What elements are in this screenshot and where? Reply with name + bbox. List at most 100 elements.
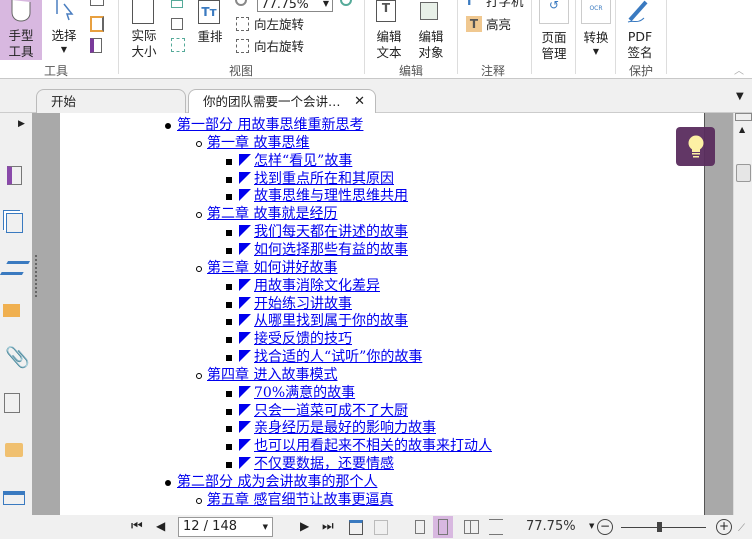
typewriter-button[interactable]: 打字机: [486, 0, 524, 10]
reflow-button[interactable]: Tт 重排: [194, 0, 226, 50]
outline-link[interactable]: 怎样“看见”故事: [239, 153, 352, 170]
divider: [615, 0, 616, 74]
outline-link[interactable]: 第二章 故事就是经历: [207, 206, 337, 223]
list-bullet: [165, 123, 171, 129]
previous-view-icon[interactable]: [349, 520, 363, 535]
outline-link-text: 不仅要数据，还要情感: [254, 456, 394, 473]
comments-icon[interactable]: [3, 304, 20, 317]
fit-page-icon[interactable]: [171, 0, 183, 8]
outline-link[interactable]: 开始练习讲故事: [239, 296, 352, 313]
next-page-button[interactable]: ▶: [300, 519, 309, 533]
dropdown-arrow-icon: ▼: [322, 0, 329, 8]
rotate-left-button[interactable]: 向左旋转: [254, 17, 304, 33]
outline-link[interactable]: 亲身经历是最好的影响力故事: [239, 420, 436, 437]
outline-link[interactable]: 我们每天都在讲述的故事: [239, 224, 408, 241]
rotate-right-button[interactable]: 向右旋转: [254, 39, 304, 55]
close-tab-icon[interactable]: ✕: [354, 90, 365, 114]
zoom-out-button[interactable]: −: [597, 519, 613, 535]
outline-link[interactable]: 接受反馈的技巧: [239, 331, 352, 348]
highlight-button[interactable]: 高亮: [486, 17, 511, 33]
outline-link[interactable]: 找合适的人“试听”你的故事: [239, 349, 422, 366]
next-view-icon[interactable]: [374, 520, 388, 535]
outline-link[interactable]: 也可以用看起来不相关的故事来打动人: [239, 438, 492, 455]
outline-link[interactable]: 不仅要数据，还要情感: [239, 456, 394, 473]
zoom-dropdown-icon[interactable]: ▼: [589, 522, 594, 530]
page-number-input[interactable]: 12 / 148 ▼: [178, 517, 273, 537]
outline-link[interactable]: 用故事消除文化差异: [239, 278, 380, 295]
tab-document[interactable]: 你的团队需要一个会讲… ✕: [188, 89, 376, 113]
outline-link[interactable]: 找到重点所在和其原因: [239, 171, 394, 188]
ocr-icon: OCR: [581, 0, 611, 24]
first-page-button[interactable]: ⏮: [131, 519, 143, 534]
expand-panel-icon[interactable]: ▶: [18, 119, 25, 129]
split-view-handle[interactable]: [735, 113, 752, 121]
highlight-icon: T: [466, 16, 482, 32]
pdf-sign-button[interactable]: PDF 签名: [620, 0, 660, 60]
outline-link[interactable]: 第二部分 成为会讲故事的那个人: [177, 474, 377, 491]
zoom-out-icon[interactable]: [235, 0, 247, 6]
zoom-slider-thumb[interactable]: [657, 522, 663, 532]
zoom-select[interactable]: 77.75% ▼: [257, 0, 333, 12]
link-marker-icon: [239, 278, 251, 291]
outline-link[interactable]: 从哪里找到属于你的故事: [239, 313, 408, 330]
zoom-in-button[interactable]: +: [716, 519, 732, 535]
resize-grip-icon[interactable]: ⟋: [738, 523, 745, 534]
security-lock-icon[interactable]: [5, 443, 23, 457]
scrollbar-thumb[interactable]: [736, 164, 751, 182]
list-bullet: [226, 247, 232, 254]
tab-list-dropdown-icon[interactable]: ▼: [736, 91, 744, 102]
tips-lightbulb-button[interactable]: [676, 127, 715, 166]
link-marker-icon: [239, 385, 251, 398]
vertical-scrollbar[interactable]: ▲: [733, 113, 752, 515]
scroll-up-arrow-icon[interactable]: ▲: [739, 125, 745, 134]
facing-pages-icon[interactable]: [464, 520, 479, 534]
list-bullet: [226, 337, 232, 344]
form-fields-icon[interactable]: [3, 491, 25, 505]
actual-size-button[interactable]: 实际 大小: [128, 0, 160, 60]
zoom-in-icon[interactable]: [340, 0, 352, 6]
outline-link-text: 也可以用看起来不相关的故事来打动人: [254, 438, 492, 455]
zoom-slider[interactable]: [621, 522, 706, 532]
status-bar: ⏮ ◀ 12 / 148 ▼ ▶ ⏭ 77.75% ▼ − + ⟋: [0, 515, 752, 539]
list-bullet: [196, 372, 202, 379]
convert-button[interactable]: OCR 转换 ▼: [579, 0, 613, 60]
list-bullet: [226, 408, 232, 415]
collapse-ribbon-button[interactable]: ︿: [734, 62, 744, 77]
outline-link[interactable]: 只会一道菜可成不了大厨: [239, 403, 408, 420]
outline-link[interactable]: 故事思维与理性思维共用: [239, 188, 408, 205]
panel-resize-handle[interactable]: [35, 255, 37, 297]
list-bullet: [196, 212, 202, 219]
hand-tool-button[interactable]: 手型 工具: [0, 0, 42, 60]
outline-link[interactable]: 70%满意的故事: [239, 385, 355, 402]
attachments-icon[interactable]: 📎: [5, 345, 30, 369]
snapshot-icon[interactable]: [90, 0, 104, 6]
outline-link[interactable]: 第四章 进入故事模式: [207, 367, 337, 384]
outline-link[interactable]: 第一章 故事思维: [207, 135, 309, 152]
bookmarks-icon[interactable]: [7, 166, 22, 185]
edit-object-button[interactable]: 编辑 对象: [412, 0, 452, 60]
fit-width-icon[interactable]: [171, 18, 183, 30]
single-page-icon[interactable]: [415, 520, 425, 534]
page-manage-button[interactable]: ↺ 页面 管理: [536, 0, 572, 61]
outline-link[interactable]: 第三章 如何讲好故事: [207, 260, 337, 277]
outline-link-text: 接受反馈的技巧: [254, 331, 352, 348]
continuous-facing-icon[interactable]: [489, 519, 503, 535]
outline-link[interactable]: 第五章 感官细节让故事更逼真: [207, 492, 393, 509]
signatures-icon[interactable]: [4, 393, 20, 413]
clipboard-icon[interactable]: [90, 16, 104, 32]
pages-thumbnail-icon[interactable]: [6, 213, 23, 233]
layers-icon[interactable]: [0, 261, 31, 275]
select-button[interactable]: 选择 ▼: [48, 0, 80, 58]
page-rotate-icon: ↺: [539, 0, 569, 24]
bookmark-page-icon[interactable]: [90, 38, 102, 53]
tab-home[interactable]: 开始: [36, 89, 186, 113]
continuous-page-button[interactable]: [433, 516, 453, 538]
previous-page-button[interactable]: ◀: [156, 519, 165, 533]
edit-text-button[interactable]: T 编辑 文本: [372, 0, 406, 60]
outline-link[interactable]: 第一部分 用故事思维重新思考: [177, 117, 363, 134]
last-page-button[interactable]: ⏭: [322, 519, 334, 534]
outline-link[interactable]: 如何选择那些有益的故事: [239, 242, 408, 259]
divider: [531, 0, 532, 74]
list-bullet: [226, 319, 232, 326]
fit-visible-icon[interactable]: [171, 38, 185, 52]
